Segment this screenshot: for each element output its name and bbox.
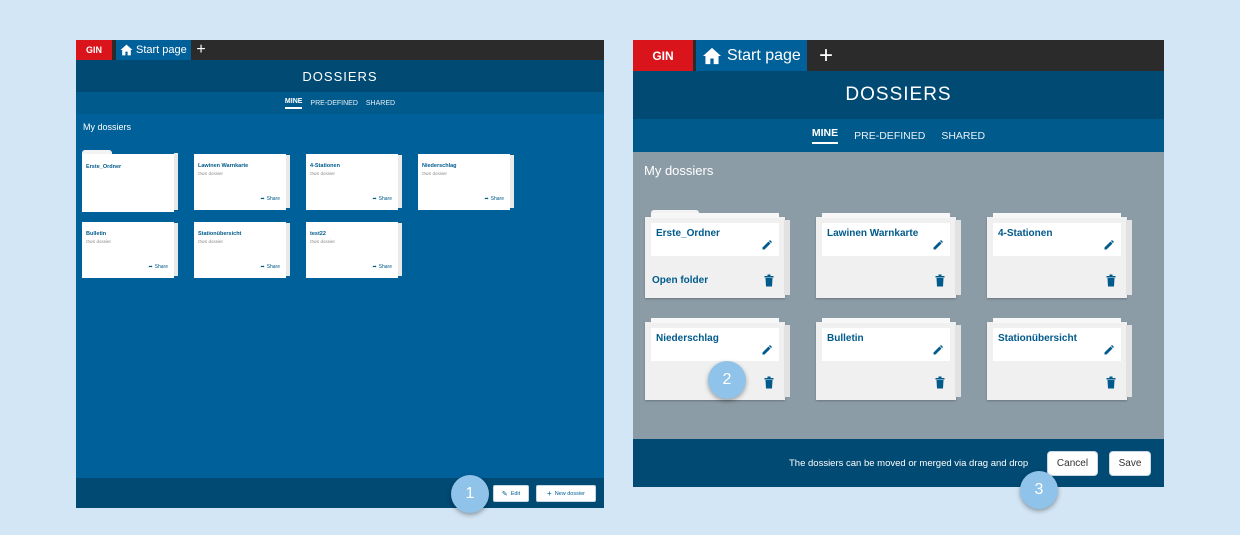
dossier-name: Niederschlag xyxy=(422,163,457,169)
dossier-card[interactable]: Bulletin Own dossier ➦ Share xyxy=(82,220,178,278)
pencil-icon[interactable] xyxy=(932,239,944,251)
tab-label: Start page xyxy=(136,44,187,56)
callout-2: 2 xyxy=(708,361,746,399)
share-icon: ➦ xyxy=(260,264,265,270)
dossier-name: Stationübersicht xyxy=(998,333,1077,344)
pencil-icon[interactable] xyxy=(761,239,773,251)
tab-shared[interactable]: SHARED xyxy=(366,100,395,107)
dossier-card[interactable]: Stationübersicht Own dossier ➦ Share xyxy=(194,220,290,278)
dossier-tabs: MINE PRE-DEFINED SHARED xyxy=(633,119,1164,152)
dossier-name: test22 xyxy=(310,231,326,237)
dossier-name: Bulletin xyxy=(827,333,864,344)
home-icon xyxy=(703,47,721,64)
tab-pre-defined[interactable]: PRE-DEFINED xyxy=(854,130,925,142)
pencil-icon[interactable] xyxy=(1103,239,1115,251)
section-title: My dossiers xyxy=(644,163,714,178)
callout-3: 3 xyxy=(1020,471,1058,509)
share-icon: ➦ xyxy=(260,196,265,202)
dossier-subtitle: Own dossier xyxy=(198,171,224,176)
dossier-card[interactable]: Lawinen Warnkarte Own dossier ➦ Share xyxy=(194,152,290,210)
dossier-name: Bulletin xyxy=(86,231,107,237)
section-title: My dossiers xyxy=(83,122,132,132)
edit-mode-screen: GIN Start page + DOSSIERS MINE PRE-DEFIN… xyxy=(633,40,1164,487)
share-icon: ➦ xyxy=(372,196,377,202)
tab-start-page[interactable]: Start page xyxy=(116,40,191,60)
share-icon: ➦ xyxy=(148,264,153,270)
new-tab-button[interactable]: + xyxy=(193,40,209,60)
share-button[interactable]: ➦ Share xyxy=(260,264,280,270)
pencil-icon[interactable] xyxy=(932,344,944,356)
share-button[interactable]: ➦ Share xyxy=(484,196,504,202)
tab-mine[interactable]: MINE xyxy=(284,98,303,109)
dossier-name: Erste_Ordner xyxy=(656,228,720,239)
dossier-tabs: MINE PRE-DEFINED SHARED xyxy=(76,92,604,114)
tab-label: Start page xyxy=(727,46,801,64)
trash-icon[interactable] xyxy=(935,274,945,287)
share-icon: ➦ xyxy=(372,264,377,270)
dossier-name: Erste_Ordner xyxy=(86,164,122,170)
dossier-card[interactable]: Erste_Ordner Open folder xyxy=(645,210,790,298)
dossier-card[interactable]: 4-Stationen xyxy=(987,213,1132,298)
browser-tab-bar: GIN Start page + xyxy=(633,40,1164,71)
gin-logo[interactable]: GIN xyxy=(633,40,693,71)
share-button[interactable]: ➦ Share xyxy=(372,196,392,202)
footer-bar: ✎ Edit + New dossier xyxy=(76,478,604,508)
dossier-subtitle: Own dossier xyxy=(422,171,448,176)
share-button[interactable]: ➦ Share xyxy=(260,196,280,202)
page-title: DOSSIERS xyxy=(76,60,604,92)
edit-button[interactable]: ✎ Edit xyxy=(493,485,529,502)
dossier-card[interactable]: test22 Own dossier ➦ Share xyxy=(306,220,402,278)
cancel-button[interactable]: Cancel xyxy=(1047,451,1098,476)
trash-icon[interactable] xyxy=(1106,376,1116,389)
browser-tab-bar: GIN Start page + xyxy=(76,40,604,60)
dossier-name: Lawinen Warnkarte xyxy=(198,163,249,169)
share-icon: ➦ xyxy=(484,196,489,202)
trash-icon[interactable] xyxy=(764,274,774,287)
dossier-name: Niederschlag xyxy=(656,333,719,344)
dossier-card[interactable]: Niederschlag Own dossier ➦ Share xyxy=(418,152,514,210)
open-folder-link[interactable]: Open folder xyxy=(652,275,708,286)
drag-drop-hint: The dossiers can be moved or merged via … xyxy=(789,458,1029,469)
dossier-name: 4-Stationen xyxy=(310,163,340,169)
tab-shared[interactable]: SHARED xyxy=(941,130,985,142)
save-button[interactable]: Save xyxy=(1109,451,1151,476)
pencil-icon: ✎ xyxy=(501,490,508,498)
dossier-card[interactable]: Bulletin xyxy=(816,318,961,400)
pencil-icon[interactable] xyxy=(1103,344,1115,356)
dossier-subtitle: Own dossier xyxy=(86,239,112,244)
dossier-name: Stationübersicht xyxy=(198,231,242,237)
dossier-card[interactable]: Erste_Ordner xyxy=(82,150,178,212)
page-title: DOSSIERS xyxy=(633,71,1164,119)
dossier-subtitle: Own dossier xyxy=(310,171,336,176)
plus-icon: + xyxy=(547,489,552,498)
tab-start-page[interactable]: Start page xyxy=(696,40,807,71)
trash-icon[interactable] xyxy=(935,376,945,389)
new-tab-button[interactable]: + xyxy=(815,40,837,71)
share-button[interactable]: ➦ Share xyxy=(148,264,168,270)
tab-mine[interactable]: MINE xyxy=(811,127,839,144)
pencil-icon[interactable] xyxy=(761,344,773,356)
dossier-card[interactable]: Stationübersicht xyxy=(987,318,1132,400)
dossier-name: Lawinen Warnkarte xyxy=(827,228,919,239)
dossier-subtitle: Own dossier xyxy=(310,239,336,244)
view-mode-screen: GIN Start page + DOSSIERS MINE PRE-DEFIN… xyxy=(76,40,604,508)
home-icon xyxy=(120,44,133,56)
trash-icon[interactable] xyxy=(764,376,774,389)
tab-pre-defined[interactable]: PRE-DEFINED xyxy=(310,100,357,107)
share-button[interactable]: ➦ Share xyxy=(372,264,392,270)
trash-icon[interactable] xyxy=(1106,274,1116,287)
footer-bar: The dossiers can be moved or merged via … xyxy=(633,439,1164,487)
dossier-card[interactable]: Lawinen Warnkarte xyxy=(816,213,961,298)
dossier-subtitle: Own dossier xyxy=(198,239,224,244)
new-dossier-button[interactable]: + New dossier xyxy=(536,485,596,502)
dossier-card[interactable]: 4-Stationen Own dossier ➦ Share xyxy=(306,152,402,210)
dossier-name: 4-Stationen xyxy=(998,228,1053,239)
callout-1: 1 xyxy=(451,475,489,513)
gin-logo[interactable]: GIN xyxy=(76,40,112,60)
